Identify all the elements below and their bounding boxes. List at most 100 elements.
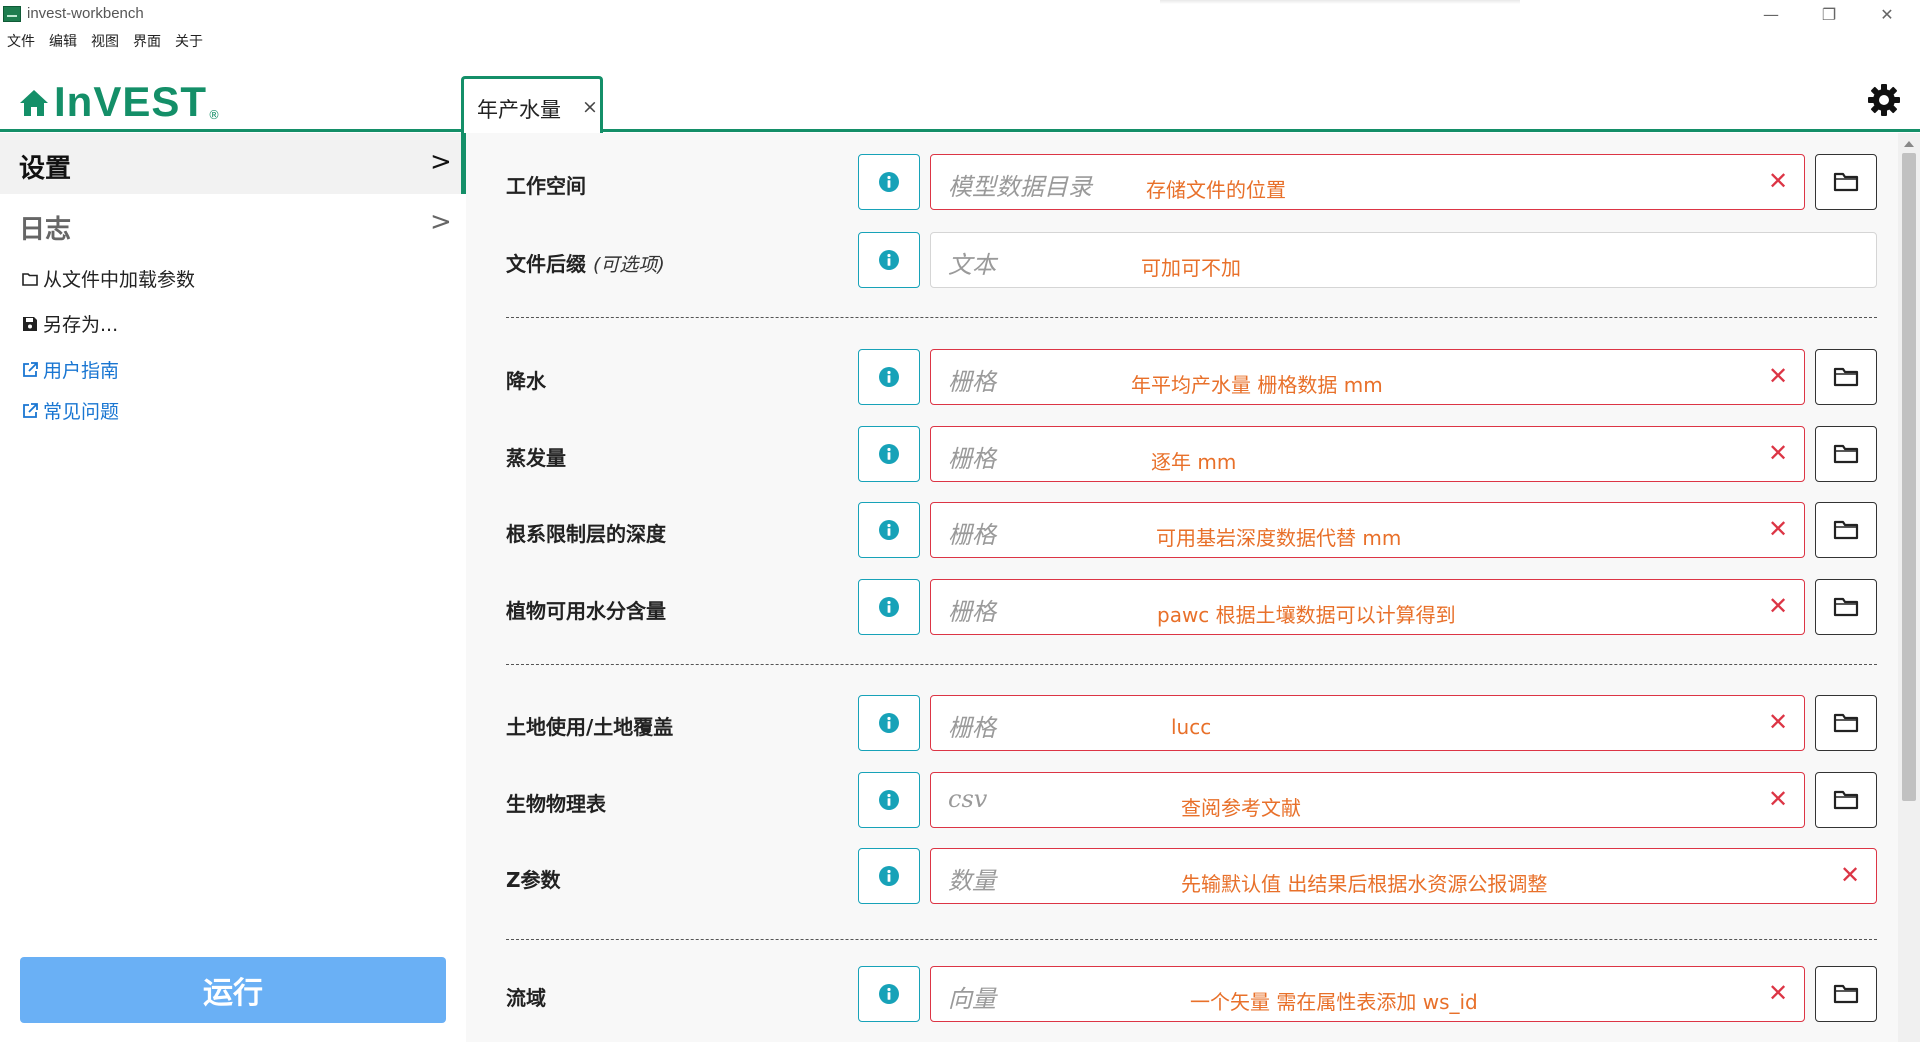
input-placeholder: 栅格 bbox=[948, 714, 996, 742]
z-parameter-info-button[interactable] bbox=[858, 848, 920, 904]
overlay-shadow bbox=[1160, 0, 1520, 4]
precipitation-info-button[interactable] bbox=[858, 349, 920, 405]
lulc-info-button[interactable] bbox=[858, 695, 920, 751]
pawc-input[interactable]: 栅格 pawc 根据土壤数据可以计算得到 ✕ bbox=[930, 579, 1805, 635]
save-as-button[interactable]: 另存为... bbox=[21, 310, 118, 337]
lulc-browse-button[interactable] bbox=[1815, 695, 1877, 751]
folder-icon bbox=[1833, 172, 1859, 192]
sidebar-item-settings[interactable]: 设置 > bbox=[0, 133, 466, 194]
precipitation-browse-button[interactable] bbox=[1815, 349, 1877, 405]
biophysical-table-info-button[interactable] bbox=[858, 772, 920, 828]
scroll-up-arrow[interactable] bbox=[1904, 141, 1914, 147]
annotation-note: 查阅参考文献 bbox=[1181, 796, 1301, 820]
form-row-z-parameter: Z参数 数量 先输默认值 出结果后根据水资源公报调整 ✕ bbox=[466, 848, 1898, 904]
save-icon bbox=[23, 316, 37, 331]
form-row-watersheds: 流域 向量 一个矢量 需在属性表添加 ws_id ✕ bbox=[466, 966, 1898, 1022]
section-divider bbox=[506, 939, 1877, 940]
workspace-input[interactable]: 模型数据目录 存储文件的位置 ✕ bbox=[930, 154, 1805, 210]
menu-about[interactable]: 关于 bbox=[168, 28, 210, 54]
clear-icon[interactable]: ✕ bbox=[1768, 439, 1788, 467]
info-icon bbox=[879, 250, 899, 270]
file-suffix-label: 文件后缀 (可选项) bbox=[506, 248, 665, 277]
field-label-text: Z参数 bbox=[506, 868, 561, 892]
form-row-biophysical-table: 生物物理表 csv 查阅参考文献 ✕ bbox=[466, 772, 1898, 828]
field-label-text: 土地使用/土地覆盖 bbox=[506, 715, 674, 739]
form-row-lulc: 土地使用/土地覆盖 栅格 lucc ✕ bbox=[466, 695, 1898, 751]
file-suffix-info-button[interactable] bbox=[858, 232, 920, 288]
biophysical-table-input[interactable]: csv 查阅参考文献 ✕ bbox=[930, 772, 1805, 828]
watersheds-info-button[interactable] bbox=[858, 966, 920, 1022]
annotation-note: 逐年 mm bbox=[1151, 450, 1237, 474]
clear-icon[interactable]: ✕ bbox=[1840, 861, 1860, 889]
settings-label: 设置 bbox=[19, 154, 72, 184]
input-placeholder: 栅格 bbox=[948, 598, 996, 626]
lulc-input[interactable]: 栅格 lucc ✕ bbox=[930, 695, 1805, 751]
pawc-label: 植物可用水分含量 bbox=[506, 595, 666, 624]
info-icon bbox=[879, 866, 899, 886]
annotation-note: 可加可不加 bbox=[1141, 256, 1241, 280]
faq-link[interactable]: 常见问题 bbox=[21, 397, 119, 424]
gear-icon[interactable] bbox=[1867, 83, 1901, 117]
chevron-right-icon: > bbox=[430, 207, 452, 237]
form-row-root-depth: 根系限制层的深度 栅格 可用基岩深度数据代替 mm ✕ bbox=[466, 502, 1898, 558]
root-depth-info-button[interactable] bbox=[858, 502, 920, 558]
menu-file[interactable]: 文件 bbox=[0, 28, 42, 54]
input-placeholder: 模型数据目录 bbox=[948, 173, 1092, 201]
user-guide-link[interactable]: 用户指南 bbox=[21, 356, 119, 383]
tab-close-icon[interactable]: × bbox=[582, 96, 598, 118]
folder-icon bbox=[1833, 520, 1859, 540]
watersheds-label: 流域 bbox=[506, 982, 546, 1011]
workspace-browse-button[interactable] bbox=[1815, 154, 1877, 210]
load-params-label: 从文件中加载参数 bbox=[43, 269, 196, 291]
folder-icon bbox=[1833, 444, 1859, 464]
clear-icon[interactable]: ✕ bbox=[1768, 167, 1788, 195]
load-params-button[interactable]: 从文件中加载参数 bbox=[21, 265, 195, 292]
root-depth-input[interactable]: 栅格 可用基岩深度数据代替 mm ✕ bbox=[930, 502, 1805, 558]
evapotranspiration-input[interactable]: 栅格 逐年 mm ✕ bbox=[930, 426, 1805, 482]
pawc-browse-button[interactable] bbox=[1815, 579, 1877, 635]
biophysical-table-browse-button[interactable] bbox=[1815, 772, 1877, 828]
info-icon bbox=[879, 367, 899, 387]
watersheds-input[interactable]: 向量 一个矢量 需在属性表添加 ws_id ✕ bbox=[930, 966, 1805, 1022]
clear-icon[interactable]: ✕ bbox=[1768, 362, 1788, 390]
sidebar-item-log[interactable]: 日志 > bbox=[0, 194, 466, 252]
evapotranspiration-info-button[interactable] bbox=[858, 426, 920, 482]
precipitation-label: 降水 bbox=[506, 365, 546, 394]
menu-interface[interactable]: 界面 bbox=[126, 28, 168, 54]
clear-icon[interactable]: ✕ bbox=[1768, 785, 1788, 813]
pawc-info-button[interactable] bbox=[858, 579, 920, 635]
tab-annual-water-yield[interactable]: 年产水量 × bbox=[461, 76, 603, 134]
close-window-button[interactable]: ✕ bbox=[1858, 0, 1916, 28]
run-button[interactable]: 运行 bbox=[20, 957, 446, 1023]
menu-edit[interactable]: 编辑 bbox=[42, 28, 84, 54]
app-icon bbox=[3, 6, 21, 22]
evapotranspiration-browse-button[interactable] bbox=[1815, 426, 1877, 482]
form-row-pawc: 植物可用水分含量 栅格 pawc 根据土壤数据可以计算得到 ✕ bbox=[466, 579, 1898, 635]
info-icon bbox=[879, 790, 899, 810]
file-suffix-input[interactable]: 文本 可加可不加 bbox=[930, 232, 1877, 288]
clear-icon[interactable]: ✕ bbox=[1768, 979, 1788, 1007]
menu-view[interactable]: 视图 bbox=[84, 28, 126, 54]
root-depth-browse-button[interactable] bbox=[1815, 502, 1877, 558]
root-depth-label: 根系限制层的深度 bbox=[506, 518, 666, 547]
folder-icon bbox=[1833, 790, 1859, 810]
watersheds-browse-button[interactable] bbox=[1815, 966, 1877, 1022]
z-parameter-input[interactable]: 数量 先输默认值 出结果后根据水资源公报调整 ✕ bbox=[930, 848, 1877, 904]
clear-icon[interactable]: ✕ bbox=[1768, 515, 1788, 543]
info-icon bbox=[879, 984, 899, 1004]
precipitation-input[interactable]: 栅格 年平均产水量 栅格数据 mm ✕ bbox=[930, 349, 1805, 405]
clear-icon[interactable]: ✕ bbox=[1768, 708, 1788, 736]
scrollbar-thumb[interactable] bbox=[1902, 153, 1916, 801]
field-label-text: 文件后缀 bbox=[506, 252, 586, 276]
tab-label: 年产水量 bbox=[477, 98, 561, 122]
annotation-note: 可用基岩深度数据代替 mm bbox=[1156, 526, 1402, 550]
minimize-button[interactable]: — bbox=[1742, 0, 1800, 28]
clear-icon[interactable]: ✕ bbox=[1768, 592, 1788, 620]
field-label-text: 植物可用水分含量 bbox=[506, 599, 666, 623]
scrollbar[interactable] bbox=[1898, 133, 1920, 1042]
workspace-info-button[interactable] bbox=[858, 154, 920, 210]
menu-bar: 文件 编辑 视图 界面 关于 bbox=[0, 28, 210, 54]
maximize-button[interactable]: ❐ bbox=[1800, 0, 1858, 28]
invest-logo[interactable]: InVEST ® bbox=[18, 80, 220, 124]
form-row-workspace: 工作空间 模型数据目录 存储文件的位置 ✕ bbox=[466, 154, 1898, 210]
